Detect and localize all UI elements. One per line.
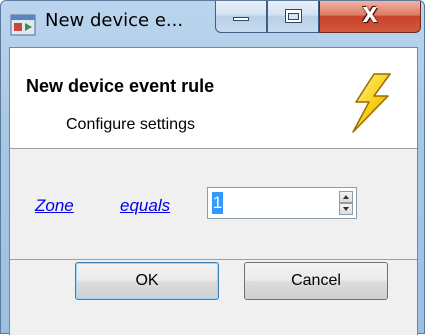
page-title: New device event rule	[26, 76, 215, 96]
app-window-icon	[10, 14, 36, 36]
title-bar[interactable]: New device e... X	[1, 1, 424, 47]
dialog-header: New device event rule Configure settings	[10, 48, 417, 149]
page-subtitle: Configure settings	[66, 116, 195, 133]
operator-link-equals[interactable]: equals	[120, 196, 170, 216]
cancel-button[interactable]: Cancel	[244, 262, 388, 300]
ok-button[interactable]: OK	[75, 262, 219, 300]
close-button[interactable]: X	[319, 1, 421, 33]
minimize-button[interactable]	[215, 1, 267, 33]
stepper-up-icon[interactable]	[339, 191, 353, 203]
maximize-icon	[285, 9, 302, 23]
zone-value-stepper[interactable]: 1	[207, 187, 357, 219]
stepper-buttons	[339, 191, 353, 215]
zone-value-field[interactable]: 1	[212, 192, 223, 214]
window-title: New device e...	[45, 10, 184, 31]
field-link-zone[interactable]: Zone	[35, 196, 74, 216]
lightning-bolt-icon	[352, 73, 391, 133]
close-icon: X	[362, 3, 378, 27]
rule-editor: Zone equals 1	[10, 149, 417, 260]
dialog-client-area: New device event rule Configure settings…	[9, 47, 418, 335]
caption-buttons: X	[215, 1, 421, 35]
maximize-button[interactable]	[267, 1, 319, 33]
dialog-window: New device e... X New device event rule …	[0, 0, 425, 335]
stepper-down-icon[interactable]	[339, 203, 353, 215]
minimize-icon	[233, 17, 249, 21]
